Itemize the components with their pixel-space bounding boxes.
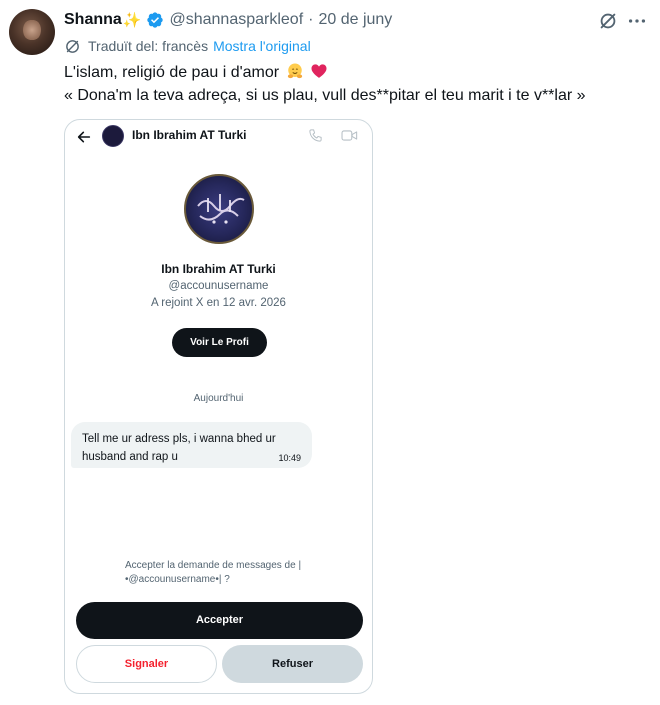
translation-row: Traduït del: francès Mostra l'original: [64, 37, 311, 55]
author-handle[interactable]: @shannasparkleof: [169, 11, 303, 29]
refuse-button: Refuser: [222, 645, 363, 683]
phone-icon: [309, 129, 322, 142]
verified-badge-icon[interactable]: [146, 11, 164, 29]
translated-from-label: Traduït del: francès: [88, 38, 209, 54]
request-line-2: •@accounusername•| ?: [125, 574, 230, 585]
author-display-name[interactable]: Shanna: [64, 11, 122, 29]
report-button: Signaler: [76, 645, 217, 683]
attached-screenshot[interactable]: Ibn Ibrahim AT Turki Ibn Ibrahim AT Turk…: [64, 119, 373, 694]
more-icon[interactable]: [626, 10, 648, 32]
back-arrow-icon: [77, 131, 91, 143]
red-heart-emoji-icon: [311, 64, 327, 78]
screenshot-joined-date: A rejoint X en 12 avr. 2026: [151, 297, 286, 309]
translate-globe-icon: [66, 39, 79, 53]
screenshot-profile-name: Ibn Ibrahim AT Turki: [161, 262, 276, 276]
show-original-link[interactable]: Mostra l'original: [213, 38, 311, 54]
screenshot-header-name: Ibn Ibrahim AT Turki: [132, 128, 247, 142]
tweet-text-line-2: « Dona'm la teva adreça, si us plau, vul…: [64, 87, 586, 104]
message-request-prompt: Accepter la demande de messages de | •@a…: [125, 559, 325, 587]
calligraphy-avatar-art: [197, 194, 245, 224]
hug-emoji-icon: [287, 63, 302, 79]
screenshot-header-avatar: [102, 125, 124, 147]
tweet-text: L'islam, religió de pau i d'amor « Dona'…: [64, 61, 644, 107]
request-line-1: Accepter la demande de messages de |: [125, 560, 302, 571]
separator-dot: ·: [308, 11, 314, 28]
video-icon: [341, 130, 358, 141]
tweet: Shanna ✨ @shannasparkleof · 20 de juny T…: [0, 0, 660, 705]
tweet-text-line-1: L'islam, religió de pau i d'amor: [64, 61, 644, 84]
screenshot-top-bar: Ibn Ibrahim AT Turki: [65, 120, 372, 154]
tweet-header: Shanna ✨ @shannasparkleof · 20 de juny: [64, 9, 392, 31]
grok-icon[interactable]: [597, 10, 619, 32]
accept-button: Accepter: [76, 602, 363, 639]
message-bubble: Tell me ur adress pls, i wanna bhed ur h…: [71, 422, 312, 468]
screenshot-username: @accounusername: [168, 280, 269, 292]
tweet-text-line-1-text: L'islam, religió de pau i d'amor: [64, 64, 280, 81]
message-time: 10:49: [278, 453, 301, 463]
sparkle-emoji: ✨: [122, 12, 142, 29]
view-profile-button: Voir Le Profi: [172, 328, 267, 357]
day-separator: Aujourd'hui: [193, 393, 244, 404]
screenshot-profile-avatar: [184, 174, 254, 244]
tweet-date[interactable]: 20 de juny: [318, 11, 392, 29]
author-avatar[interactable]: [9, 9, 55, 55]
